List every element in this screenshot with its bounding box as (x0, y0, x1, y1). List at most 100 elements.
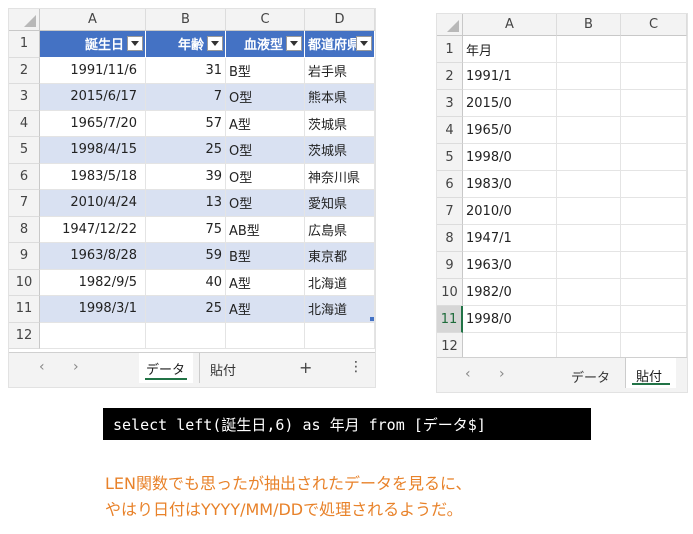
row-header[interactable]: 9 (9, 243, 40, 270)
row-header[interactable]: 3 (9, 84, 40, 111)
table-header-cell[interactable]: 都道府県 (305, 31, 375, 58)
row-header[interactable]: 6 (9, 163, 40, 190)
empty-cell[interactable] (621, 198, 687, 225)
column-header-a[interactable]: A (40, 9, 146, 31)
row-header[interactable]: 2 (9, 57, 40, 84)
table-cell[interactable]: B型 (226, 57, 305, 84)
table-cell[interactable]: O型 (226, 84, 305, 111)
row-header[interactable]: 1 (437, 36, 463, 63)
table-cell[interactable]: 25 (146, 296, 226, 323)
empty-cell[interactable] (557, 198, 621, 225)
more-options-icon[interactable]: ⋮ (349, 359, 363, 375)
data-cell[interactable]: 1982/0 (463, 279, 557, 306)
empty-cell[interactable] (621, 36, 687, 63)
row-header[interactable]: 4 (9, 110, 40, 137)
table-cell[interactable]: 13 (146, 190, 226, 217)
table-cell[interactable]: 40 (146, 269, 226, 296)
table-cell[interactable]: 1983/5/18 (40, 163, 146, 190)
row-header[interactable]: 1 (9, 31, 40, 58)
row-header[interactable]: 11 (9, 296, 40, 323)
table-cell[interactable]: 31 (146, 57, 226, 84)
table-cell[interactable]: 北海道 (305, 269, 375, 296)
empty-cell[interactable] (463, 333, 557, 360)
data-cell[interactable]: 1965/0 (463, 117, 557, 144)
tab-data[interactable]: データ (139, 353, 193, 383)
table-header-cell[interactable]: 誕生日 (40, 31, 146, 58)
row-header[interactable]: 7 (437, 198, 463, 225)
empty-cell[interactable] (557, 63, 621, 90)
data-cell[interactable]: 1947/1 (463, 225, 557, 252)
row-header[interactable]: 5 (9, 137, 40, 164)
empty-cell[interactable] (621, 306, 687, 333)
data-cell[interactable]: 1998/0 (463, 144, 557, 171)
table-cell[interactable]: A型 (226, 110, 305, 137)
table-cell[interactable]: 1963/8/28 (40, 243, 146, 270)
table-cell[interactable]: 茨城県 (305, 110, 375, 137)
table-cell[interactable]: 59 (146, 243, 226, 270)
column-header-c[interactable]: C (226, 9, 305, 31)
table-cell[interactable]: A型 (226, 269, 305, 296)
empty-cell[interactable] (557, 279, 621, 306)
table-cell[interactable]: 7 (146, 84, 226, 111)
table-cell[interactable]: 東京都 (305, 243, 375, 270)
tab-data[interactable]: データ (561, 358, 619, 388)
table-header-cell[interactable]: 年齢 (146, 31, 226, 58)
table-cell[interactable]: 岩手県 (305, 57, 375, 84)
row-header[interactable]: 12 (437, 333, 463, 360)
row-header[interactable]: 11 (437, 306, 463, 333)
empty-cell[interactable] (557, 252, 621, 279)
empty-cell[interactable] (40, 322, 146, 349)
next-sheet-arrow[interactable]: › (73, 359, 79, 375)
table-cell[interactable]: 1982/9/5 (40, 269, 146, 296)
empty-cell[interactable] (557, 144, 621, 171)
table-cell[interactable]: O型 (226, 137, 305, 164)
table-cell[interactable]: 1998/3/1 (40, 296, 146, 323)
table-cell[interactable]: O型 (226, 190, 305, 217)
table-cell[interactable]: 北海道 (305, 296, 375, 323)
empty-cell[interactable] (621, 333, 687, 360)
empty-cell[interactable] (305, 322, 375, 349)
empty-cell[interactable] (621, 225, 687, 252)
empty-cell[interactable] (621, 144, 687, 171)
table-cell[interactable]: O型 (226, 163, 305, 190)
table-cell[interactable]: 広島県 (305, 216, 375, 243)
row-header[interactable]: 7 (9, 190, 40, 217)
empty-cell[interactable] (557, 225, 621, 252)
table-cell[interactable]: 1998/4/15 (40, 137, 146, 164)
data-cell[interactable]: 2015/0 (463, 90, 557, 117)
table-cell[interactable]: 熊本県 (305, 84, 375, 111)
table-cell[interactable]: 茨城県 (305, 137, 375, 164)
row-header[interactable]: 8 (9, 216, 40, 243)
empty-cell[interactable] (226, 322, 305, 349)
row-header[interactable]: 9 (437, 252, 463, 279)
prev-sheet-arrow[interactable]: ‹ (39, 359, 45, 375)
data-cell[interactable]: 1983/0 (463, 171, 557, 198)
row-header[interactable]: 3 (437, 90, 463, 117)
row-header[interactable]: 10 (9, 269, 40, 296)
table-cell[interactable]: 2015/6/17 (40, 84, 146, 111)
row-header[interactable]: 6 (437, 171, 463, 198)
table-cell[interactable]: 2010/4/24 (40, 190, 146, 217)
empty-cell[interactable] (146, 322, 226, 349)
column-header-c[interactable]: C (621, 14, 687, 36)
table-cell[interactable]: 1947/12/22 (40, 216, 146, 243)
table-cell[interactable]: 神奈川県 (305, 163, 375, 190)
row-header[interactable]: 12 (9, 322, 40, 349)
data-cell[interactable]: 1991/1 (463, 63, 557, 90)
select-all-corner[interactable] (437, 14, 463, 36)
table-cell[interactable]: A型 (226, 296, 305, 323)
empty-cell[interactable] (557, 333, 621, 360)
table-cell[interactable]: 57 (146, 110, 226, 137)
empty-cell[interactable] (621, 90, 687, 117)
empty-cell[interactable] (557, 117, 621, 144)
filter-dropdown-icon[interactable] (207, 36, 223, 52)
empty-cell[interactable] (621, 117, 687, 144)
empty-cell[interactable] (621, 171, 687, 198)
empty-cell[interactable] (557, 171, 621, 198)
column-header-b[interactable]: B (557, 14, 621, 36)
table-cell[interactable]: 39 (146, 163, 226, 190)
table-cell[interactable]: 25 (146, 137, 226, 164)
table-cell[interactable]: 1965/7/20 (40, 110, 146, 137)
select-all-corner[interactable] (9, 9, 40, 31)
table-cell[interactable]: 1991/11/6 (40, 57, 146, 84)
